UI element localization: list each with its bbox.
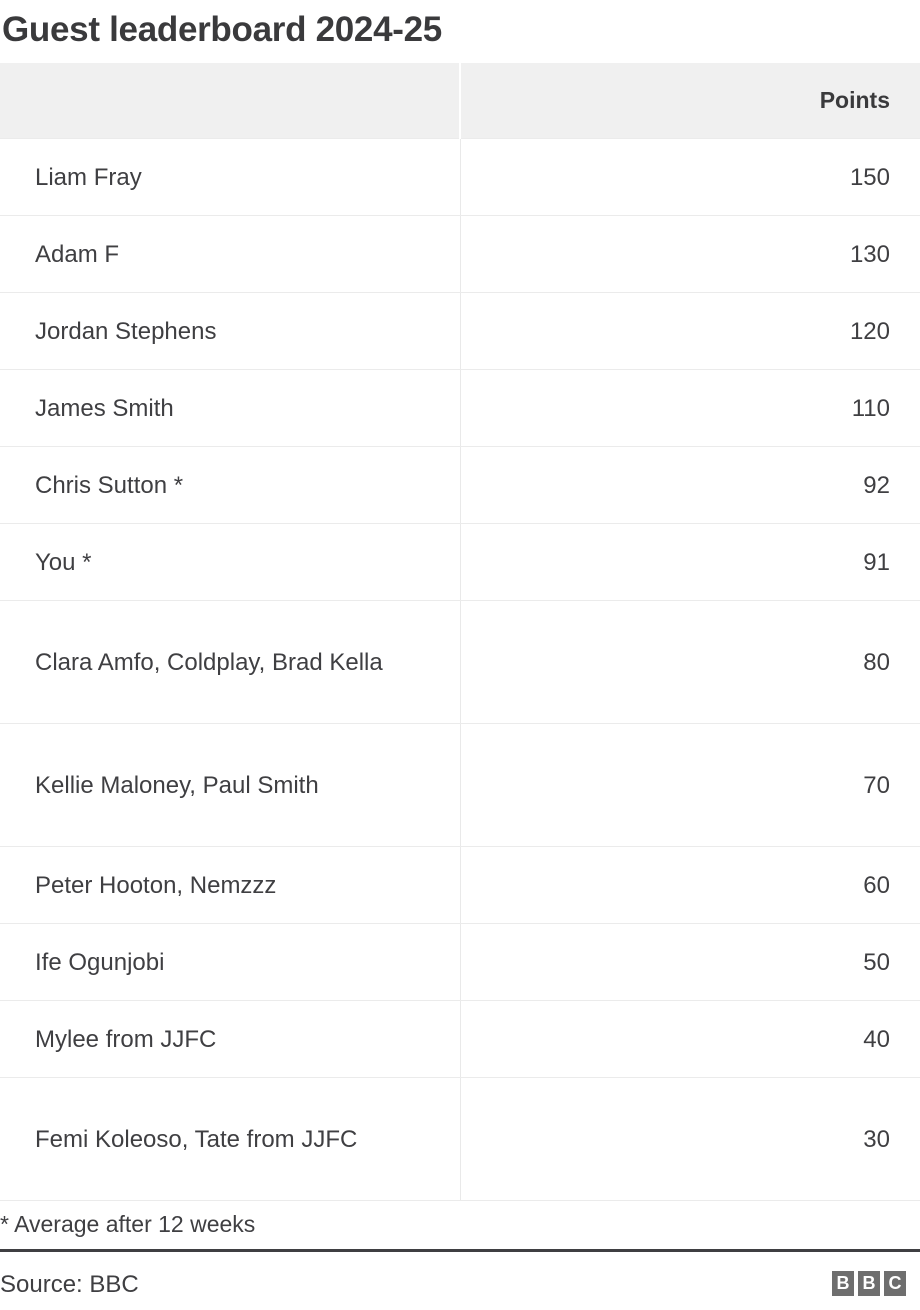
table-footnote: * Average after 12 weeks <box>0 1211 256 1237</box>
cell-guest-name: Chris Sutton * <box>0 446 461 524</box>
cell-points-value: 60 <box>460 846 920 924</box>
cell-points-value: 150 <box>460 138 920 216</box>
cell-guest-name: Mylee from JJFC <box>0 1000 461 1078</box>
bbc-logo-block-2: B <box>858 1271 880 1296</box>
cell-points-value: 30 <box>460 1077 920 1201</box>
table-row: James Smith 110 <box>0 369 920 447</box>
table-header-row: Points <box>0 63 920 139</box>
table-row: Peter Hooton, Nemzzz 60 <box>0 846 920 924</box>
table-row: Adam F 130 <box>0 215 920 293</box>
cell-points-value: 120 <box>460 292 920 370</box>
leaderboard-graphic: Guest leaderboard 2024-25 Points Liam Fr… <box>0 0 920 1310</box>
cell-guest-name: Ife Ogunjobi <box>0 923 461 1001</box>
cell-points-value: 110 <box>460 369 920 447</box>
cell-guest-name: Jordan Stephens <box>0 292 461 370</box>
footer-divider <box>0 1249 920 1252</box>
table-row: Jordan Stephens 120 <box>0 292 920 370</box>
cell-guest-name: Adam F <box>0 215 461 293</box>
cell-guest-name: James Smith <box>0 369 461 447</box>
table-row: Mylee from JJFC 40 <box>0 1000 920 1078</box>
cell-points-value: 40 <box>460 1000 920 1078</box>
column-header-name <box>0 63 461 139</box>
footer: Source: BBC BBC <box>0 1258 920 1310</box>
bbc-logo: BBC <box>832 1271 906 1296</box>
leaderboard-table-wrapper: Points Liam Fray 150 Adam F 130 Jordan Steph… <box>0 63 920 1201</box>
table-row: Ife Ogunjobi 50 <box>0 923 920 1001</box>
cell-points-value: 80 <box>460 600 920 724</box>
bbc-logo-block-3: C <box>884 1271 906 1296</box>
table-row: Femi Koleoso, Tate from JJFC 30 <box>0 1077 920 1201</box>
cell-guest-name: Femi Koleoso, Tate from JJFC <box>0 1077 461 1201</box>
cell-guest-name: Peter Hooton, Nemzzz <box>0 846 461 924</box>
page-title: Guest leaderboard 2024-25 <box>2 10 442 49</box>
table-header: Points <box>0 63 920 139</box>
table-row: Chris Sutton * 92 <box>0 446 920 524</box>
cell-points-value: 92 <box>460 446 920 524</box>
cell-guest-name: You * <box>0 523 461 601</box>
leaderboard-table: Points Liam Fray 150 Adam F 130 Jordan Steph… <box>0 63 920 1201</box>
table-row: Liam Fray 150 <box>0 138 920 216</box>
table-body: Liam Fray 150 Adam F 130 Jordan Stephens 120 J… <box>0 138 920 1201</box>
cell-points-value: 70 <box>460 723 920 847</box>
bbc-logo-block-1: B <box>832 1271 854 1296</box>
cell-points-value: 50 <box>460 923 920 1001</box>
cell-guest-name: Liam Fray <box>0 138 461 216</box>
table-row: Kellie Maloney, Paul Smith 70 <box>0 723 920 847</box>
cell-guest-name: Kellie Maloney, Paul Smith <box>0 723 461 847</box>
column-header-points: Points <box>819 87 890 113</box>
cell-guest-name: Clara Amfo, Coldplay, Brad Kella <box>0 600 461 724</box>
cell-points-value: 130 <box>460 215 920 293</box>
cell-points-value: 91 <box>460 523 920 601</box>
source-label: Source: BBC <box>0 1271 139 1298</box>
table-row: You * 91 <box>0 523 920 601</box>
table-row: Clara Amfo, Coldplay, Brad Kella 80 <box>0 600 920 724</box>
